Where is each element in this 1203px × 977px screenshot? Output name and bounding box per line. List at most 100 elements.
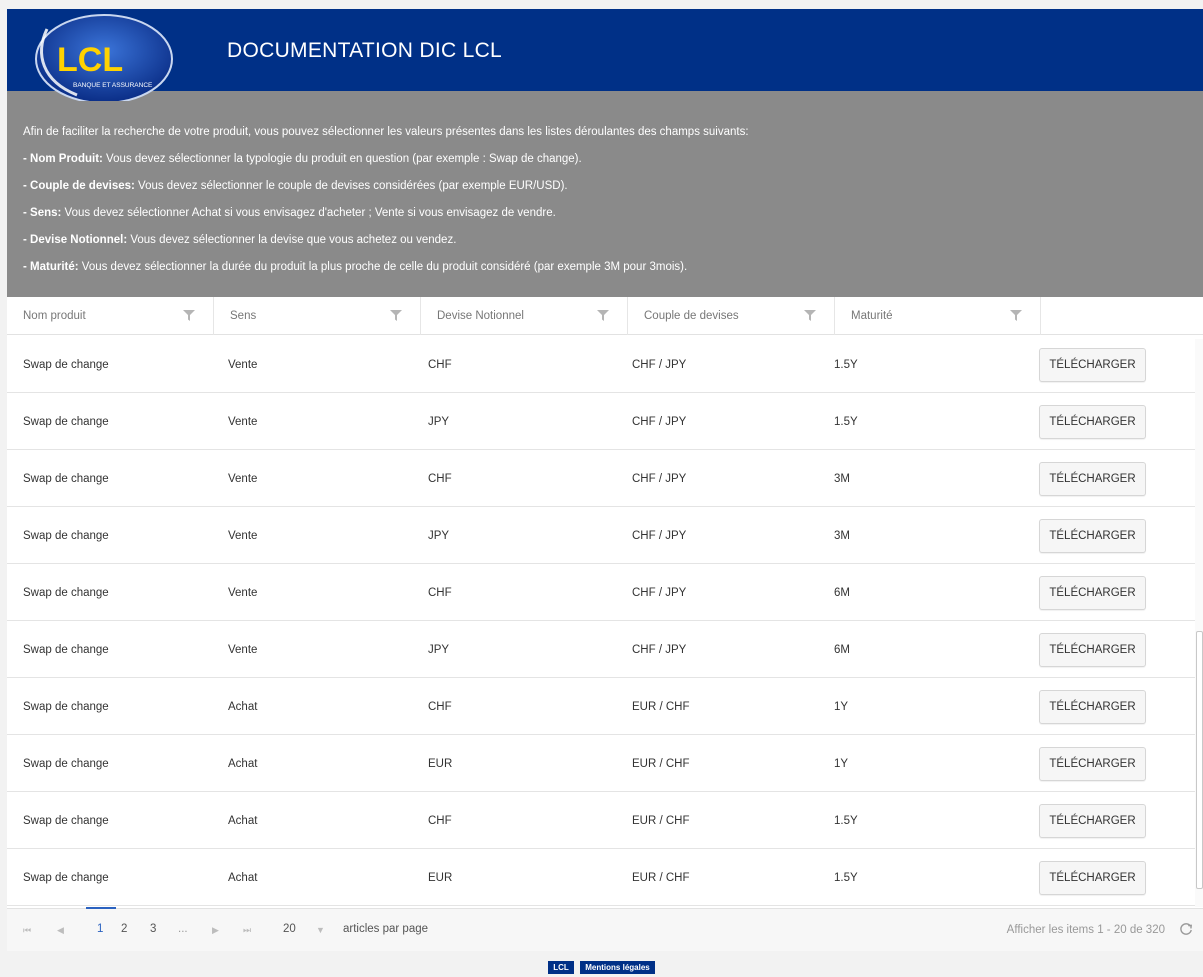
footer-link-lcl[interactable]: LCL xyxy=(548,961,574,974)
cell-devise-notionnel: CHF xyxy=(428,359,452,371)
cell-nom-produit: Swap de change xyxy=(23,530,109,542)
cell-devise-notionnel: JPY xyxy=(428,530,450,542)
download-button[interactable]: TÉLÉCHARGER xyxy=(1039,519,1146,553)
cell-couple-devises: CHF / JPY xyxy=(632,530,687,542)
logo-subtext: BANQUE ET ASSURANCE xyxy=(73,82,153,89)
cell-sens: Achat xyxy=(228,815,258,827)
cell-sens: Vente xyxy=(228,416,258,428)
cell-sens: Vente xyxy=(228,359,258,371)
download-button[interactable]: TÉLÉCHARGER xyxy=(1039,348,1146,382)
grid-body: Swap de change Vente CHF CHF / JPY 1.5Y … xyxy=(7,336,1203,908)
table-row: Swap de change Vente JPY CHF / JPY 3M TÉ… xyxy=(7,507,1203,564)
header-bar: DOCUMENTATION DIC LCL xyxy=(7,9,1203,91)
table-row: Swap de change Vente CHF CHF / JPY 1.5Y … xyxy=(7,336,1203,393)
help-item: - Nom Produit: Vous devez sélectionner l… xyxy=(23,153,582,165)
current-page-indicator xyxy=(86,907,116,909)
cell-couple-devises: CHF / JPY xyxy=(632,473,687,485)
cell-devise-notionnel: EUR xyxy=(428,872,453,884)
cell-devise-notionnel: JPY xyxy=(428,644,450,656)
cell-maturite: 1.5Y xyxy=(834,359,858,371)
cell-nom-produit: Swap de change xyxy=(23,473,109,485)
filter-icon[interactable] xyxy=(183,310,195,321)
table-row: Swap de change Vente CHF CHF / JPY 3M TÉ… xyxy=(7,450,1203,507)
cell-nom-produit: Swap de change xyxy=(23,701,109,713)
cell-couple-devises: CHF / JPY xyxy=(632,416,687,428)
cell-devise-notionnel: JPY xyxy=(428,416,450,428)
footer: LCL Mentions légales xyxy=(0,961,1203,975)
cell-couple-devises: EUR / CHF xyxy=(632,872,690,884)
cell-nom-produit: Swap de change xyxy=(23,758,109,770)
first-page-icon[interactable]: ⏮ xyxy=(23,925,31,936)
chevron-down-icon[interactable]: ▼ xyxy=(316,925,325,935)
cell-couple-devises: CHF / JPY xyxy=(632,587,687,599)
help-item: - Maturité: Vous devez sélectionner la d… xyxy=(23,261,688,273)
cell-maturite: 3M xyxy=(834,473,850,485)
footer-link-mentions-legales[interactable]: Mentions légales xyxy=(580,961,655,974)
download-button[interactable]: TÉLÉCHARGER xyxy=(1039,804,1146,838)
cell-maturite: 1.5Y xyxy=(834,815,858,827)
grid-header: Nom produit Sens Devise Notionnel Couple… xyxy=(7,297,1203,335)
cell-maturite: 1.5Y xyxy=(834,872,858,884)
download-button[interactable]: TÉLÉCHARGER xyxy=(1039,633,1146,667)
filter-icon[interactable] xyxy=(804,310,816,321)
cell-sens: Vente xyxy=(228,587,258,599)
page-size-select[interactable]: 20 xyxy=(283,923,296,935)
cell-couple-devises: EUR / CHF xyxy=(632,701,690,713)
table-row: Swap de change Vente JPY CHF / JPY 1.5Y … xyxy=(7,393,1203,450)
logo-text: LCL xyxy=(57,41,123,79)
cell-maturite: 3M xyxy=(834,530,850,542)
download-button[interactable]: TÉLÉCHARGER xyxy=(1039,576,1146,610)
scrollbar-thumb[interactable] xyxy=(1196,631,1203,889)
table-row: Swap de change Achat CHF EUR / CHF 1.5Y … xyxy=(7,792,1203,849)
table-row: Swap de change Vente CHF CHF / JPY 6M TÉ… xyxy=(7,564,1203,621)
search-help-panel: Afin de faciliter la recherche de votre … xyxy=(7,91,1203,297)
intro-text: Afin de faciliter la recherche de votre … xyxy=(23,126,749,138)
column-header-maturite[interactable]: Maturité xyxy=(835,297,1041,335)
filter-icon[interactable] xyxy=(597,310,609,321)
cell-maturite: 1Y xyxy=(834,701,849,713)
cell-sens: Achat xyxy=(228,701,258,713)
page: DOCUMENTATION DIC LCL LCL BANQUE ET ASSU… xyxy=(7,9,1203,951)
cell-maturite: 6M xyxy=(834,587,850,599)
next-page-icon[interactable]: ▶ xyxy=(212,925,219,936)
cell-nom-produit: Swap de change xyxy=(23,815,109,827)
grid-scrollbar[interactable] xyxy=(1195,339,1203,907)
table-row: Swap de change Achat EUR EUR / CHF 1.5Y … xyxy=(7,849,1203,906)
page-3[interactable]: 3 xyxy=(150,923,156,935)
table-row: Swap de change Vente JPY CHF / JPY 6M TÉ… xyxy=(7,621,1203,678)
filter-icon[interactable] xyxy=(390,310,402,321)
pager: ⏮ ◀ 1 2 3 ... ▶ ⏭ 20 ▼ articles par page… xyxy=(7,907,1203,951)
page-1[interactable]: 1 xyxy=(97,923,103,935)
help-item: - Devise Notionnel: Vous devez sélection… xyxy=(23,234,457,246)
refresh-icon[interactable] xyxy=(1179,922,1193,936)
last-page-icon[interactable]: ⏭ xyxy=(243,925,251,936)
page-more[interactable]: ... xyxy=(178,923,188,935)
help-item: - Couple de devises: Vous devez sélectio… xyxy=(23,180,568,192)
page-2[interactable]: 2 xyxy=(121,923,127,935)
page-title: DOCUMENTATION DIC LCL xyxy=(227,39,503,62)
column-header-nom-produit[interactable]: Nom produit xyxy=(7,297,214,335)
cell-couple-devises: CHF / JPY xyxy=(632,644,687,656)
cell-sens: Achat xyxy=(228,758,258,770)
cell-maturite: 6M xyxy=(834,644,850,656)
cell-couple-devises: EUR / CHF xyxy=(632,815,690,827)
column-header-sens[interactable]: Sens xyxy=(214,297,421,335)
cell-sens: Achat xyxy=(228,872,258,884)
cell-sens: Vente xyxy=(228,530,258,542)
cell-nom-produit: Swap de change xyxy=(23,872,109,884)
cell-devise-notionnel: CHF xyxy=(428,815,452,827)
download-button[interactable]: TÉLÉCHARGER xyxy=(1039,690,1146,724)
cell-devise-notionnel: CHF xyxy=(428,701,452,713)
filter-icon[interactable] xyxy=(1010,310,1022,321)
cell-devise-notionnel: EUR xyxy=(428,758,453,770)
column-header-devise-notionnel[interactable]: Devise Notionnel xyxy=(421,297,628,335)
lcl-logo[interactable]: LCL BANQUE ET ASSURANCE xyxy=(7,9,177,101)
cell-nom-produit: Swap de change xyxy=(23,644,109,656)
download-button[interactable]: TÉLÉCHARGER xyxy=(1039,747,1146,781)
download-button[interactable]: TÉLÉCHARGER xyxy=(1039,861,1146,895)
download-button[interactable]: TÉLÉCHARGER xyxy=(1039,405,1146,439)
column-header-couple-devises[interactable]: Couple de devises xyxy=(628,297,835,335)
items-info: Afficher les items 1 - 20 de 320 xyxy=(1006,924,1165,936)
prev-page-icon[interactable]: ◀ xyxy=(57,925,64,936)
download-button[interactable]: TÉLÉCHARGER xyxy=(1039,462,1146,496)
